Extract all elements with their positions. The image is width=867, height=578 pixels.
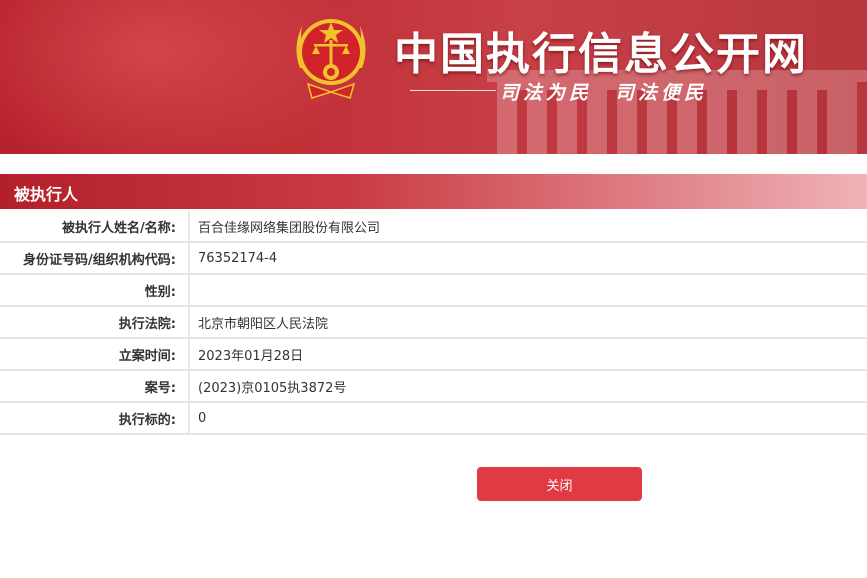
field-value: 0 (189, 402, 867, 435)
field-label: 案号: (0, 370, 190, 403)
section-header: 被执行人 (0, 174, 867, 209)
site-header-banner: 中国执行信息公开网 司法为民 司法便民 (0, 0, 867, 154)
court-emblem-icon (296, 19, 366, 99)
table-row: 立案时间: 2023年01月28日 (0, 338, 867, 371)
site-title: 中国执行信息公开网 (394, 29, 808, 80)
field-label: 执行标的: (0, 402, 190, 435)
table-row: 身份证号码/组织机构代码: 76352174-4 (0, 242, 867, 275)
field-label: 性别: (0, 274, 190, 307)
section-title: 被执行人 (14, 185, 79, 204)
site-slogan: 司法为民 司法便民 (500, 82, 708, 104)
field-value: (2023)京0105执3872号 (189, 370, 867, 403)
field-value: 2023年01月28日 (189, 338, 867, 371)
field-label: 立案时间: (0, 338, 190, 371)
field-value: 北京市朝阳区人民法院 (189, 306, 867, 339)
close-button[interactable]: 关闭 (477, 467, 642, 501)
field-label: 被执行人姓名/名称: (0, 211, 190, 243)
table-row: 执行标的: 0 (0, 402, 867, 435)
field-value: 76352174-4 (189, 242, 867, 275)
field-value: 百合佳缘网络集团股份有限公司 (189, 211, 867, 243)
field-label: 身份证号码/组织机构代码: (0, 242, 190, 275)
details-table: 被执行人姓名/名称: 百合佳缘网络集团股份有限公司 身份证号码/组织机构代码: … (0, 211, 867, 435)
table-row: 执行法院: 北京市朝阳区人民法院 (0, 306, 867, 339)
field-label: 执行法院: (0, 306, 190, 339)
field-value (189, 274, 867, 307)
table-row: 被执行人姓名/名称: 百合佳缘网络集团股份有限公司 (0, 211, 867, 243)
table-row: 案号: (2023)京0105执3872号 (0, 370, 867, 403)
table-row: 性别: (0, 274, 867, 307)
